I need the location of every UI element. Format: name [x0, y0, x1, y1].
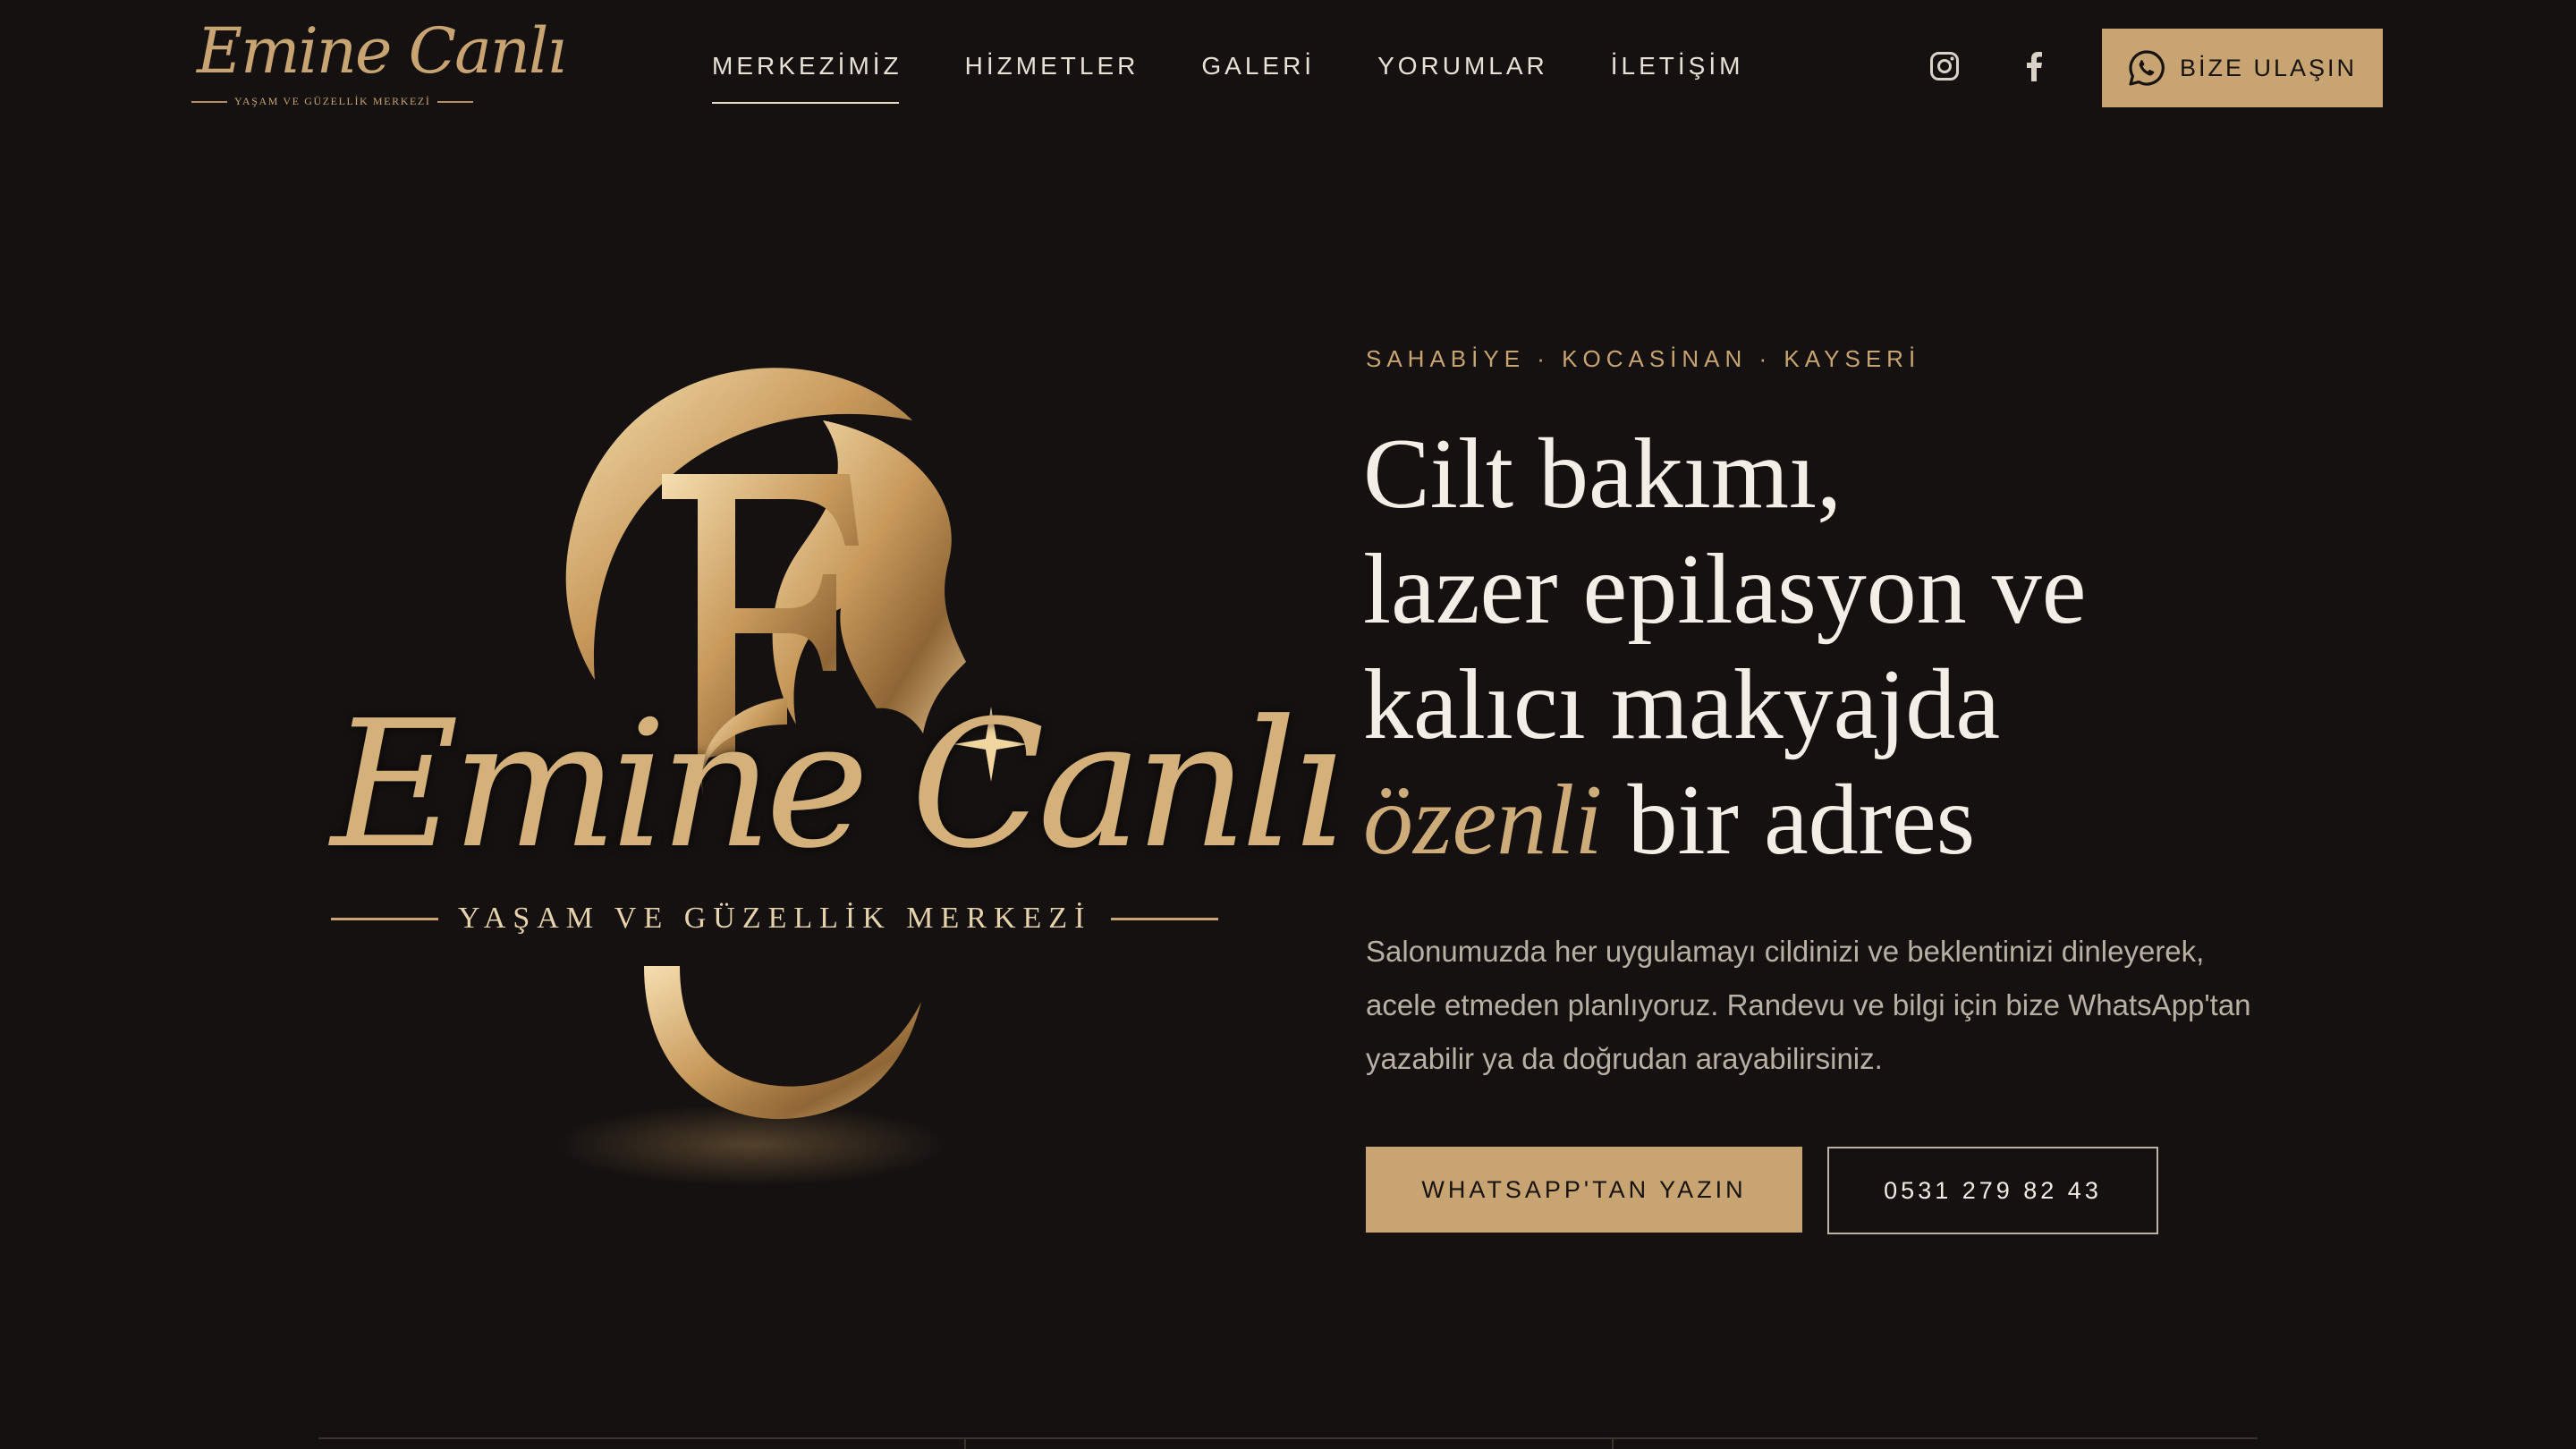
emblem-rule-right — [1111, 917, 1219, 920]
nav-item-hizmetler[interactable]: HİZMETLER — [965, 48, 1140, 84]
headline-line-2: lazer epilasyon ve — [1363, 534, 2087, 645]
hero-headline: Cilt bakımı, lazer epilasyon ve kalıcı m… — [1363, 417, 2087, 878]
nav-item-yorumlar[interactable]: YORUMLAR — [1377, 48, 1548, 84]
headline-line-4: özenli bir adres — [1363, 763, 2087, 878]
emblem-rule-left — [331, 917, 438, 920]
features-strip-top — [318, 1437, 2258, 1449]
brand-rule-left — [191, 100, 227, 103]
strip-divider-2 — [1612, 1439, 1614, 1449]
brand-name: Emine Canlı — [197, 14, 567, 88]
brand-rule-right — [437, 100, 474, 103]
hero-description: Salonumuzda her uygulamayı cildinizi ve … — [1366, 935, 2251, 1075]
headline-line-3: kalıcı makyajda — [1363, 649, 2001, 760]
contact-button[interactable]: BİZE ULAŞIN — [2102, 29, 2383, 107]
facebook-icon[interactable] — [2016, 48, 2052, 84]
phone-button[interactable]: 0531 279 82 43 — [1827, 1147, 2158, 1234]
main-nav: MERKEZİMİZ HİZMETLER GALERİ YORUMLAR İLE… — [712, 48, 1744, 104]
headline-accent: özenli — [1363, 765, 1603, 876]
page: Emine Canlı YAŞAM VE GÜZELLİK MERKEZİ ME… — [0, 0, 2576, 1449]
emblem-tagline: YAŞAM VE GÜZELLİK MERKEZİ — [458, 902, 1092, 935]
brand-logo[interactable]: Emine Canlı YAŞAM VE GÜZELLİK MERKEZİ — [191, 20, 567, 118]
emblem-script: Emine Canlı — [331, 683, 1346, 887]
whatsapp-icon — [2129, 50, 2165, 86]
nav-item-merkezimiz[interactable]: MERKEZİMİZ — [712, 48, 902, 104]
whatsapp-button[interactable]: WHATSAPP'TAN YAZIN — [1366, 1147, 1802, 1233]
headline-line-1: Cilt bakımı, — [1363, 419, 1843, 530]
brand-tagline-row: YAŞAM VE GÜZELLİK MERKEZİ — [191, 95, 474, 108]
nav-item-galeri[interactable]: GALERİ — [1201, 48, 1315, 84]
emblem-tagline-row: YAŞAM VE GÜZELLİK MERKEZİ — [331, 902, 1219, 936]
hero-emblem: Emine Canlı YAŞAM VE GÜZELLİK MERKEZİ — [322, 340, 1346, 1216]
contact-button-label: BİZE ULAŞIN — [2179, 54, 2358, 81]
instagram-icon[interactable] — [1927, 48, 1962, 84]
facebook-glyph — [2027, 52, 2042, 81]
nav-item-iletisim[interactable]: İLETİŞİM — [1611, 48, 1744, 84]
brand-tagline: YAŞAM VE GÜZELLİK MERKEZİ — [234, 95, 431, 107]
headline-line-4-rest: bir adres — [1602, 765, 1976, 876]
instagram-glyph — [1930, 52, 1959, 80]
location-label: SAHABİYE · KOCASİNAN · KAYSERİ — [1366, 345, 1921, 372]
strip-divider-1 — [964, 1439, 966, 1449]
